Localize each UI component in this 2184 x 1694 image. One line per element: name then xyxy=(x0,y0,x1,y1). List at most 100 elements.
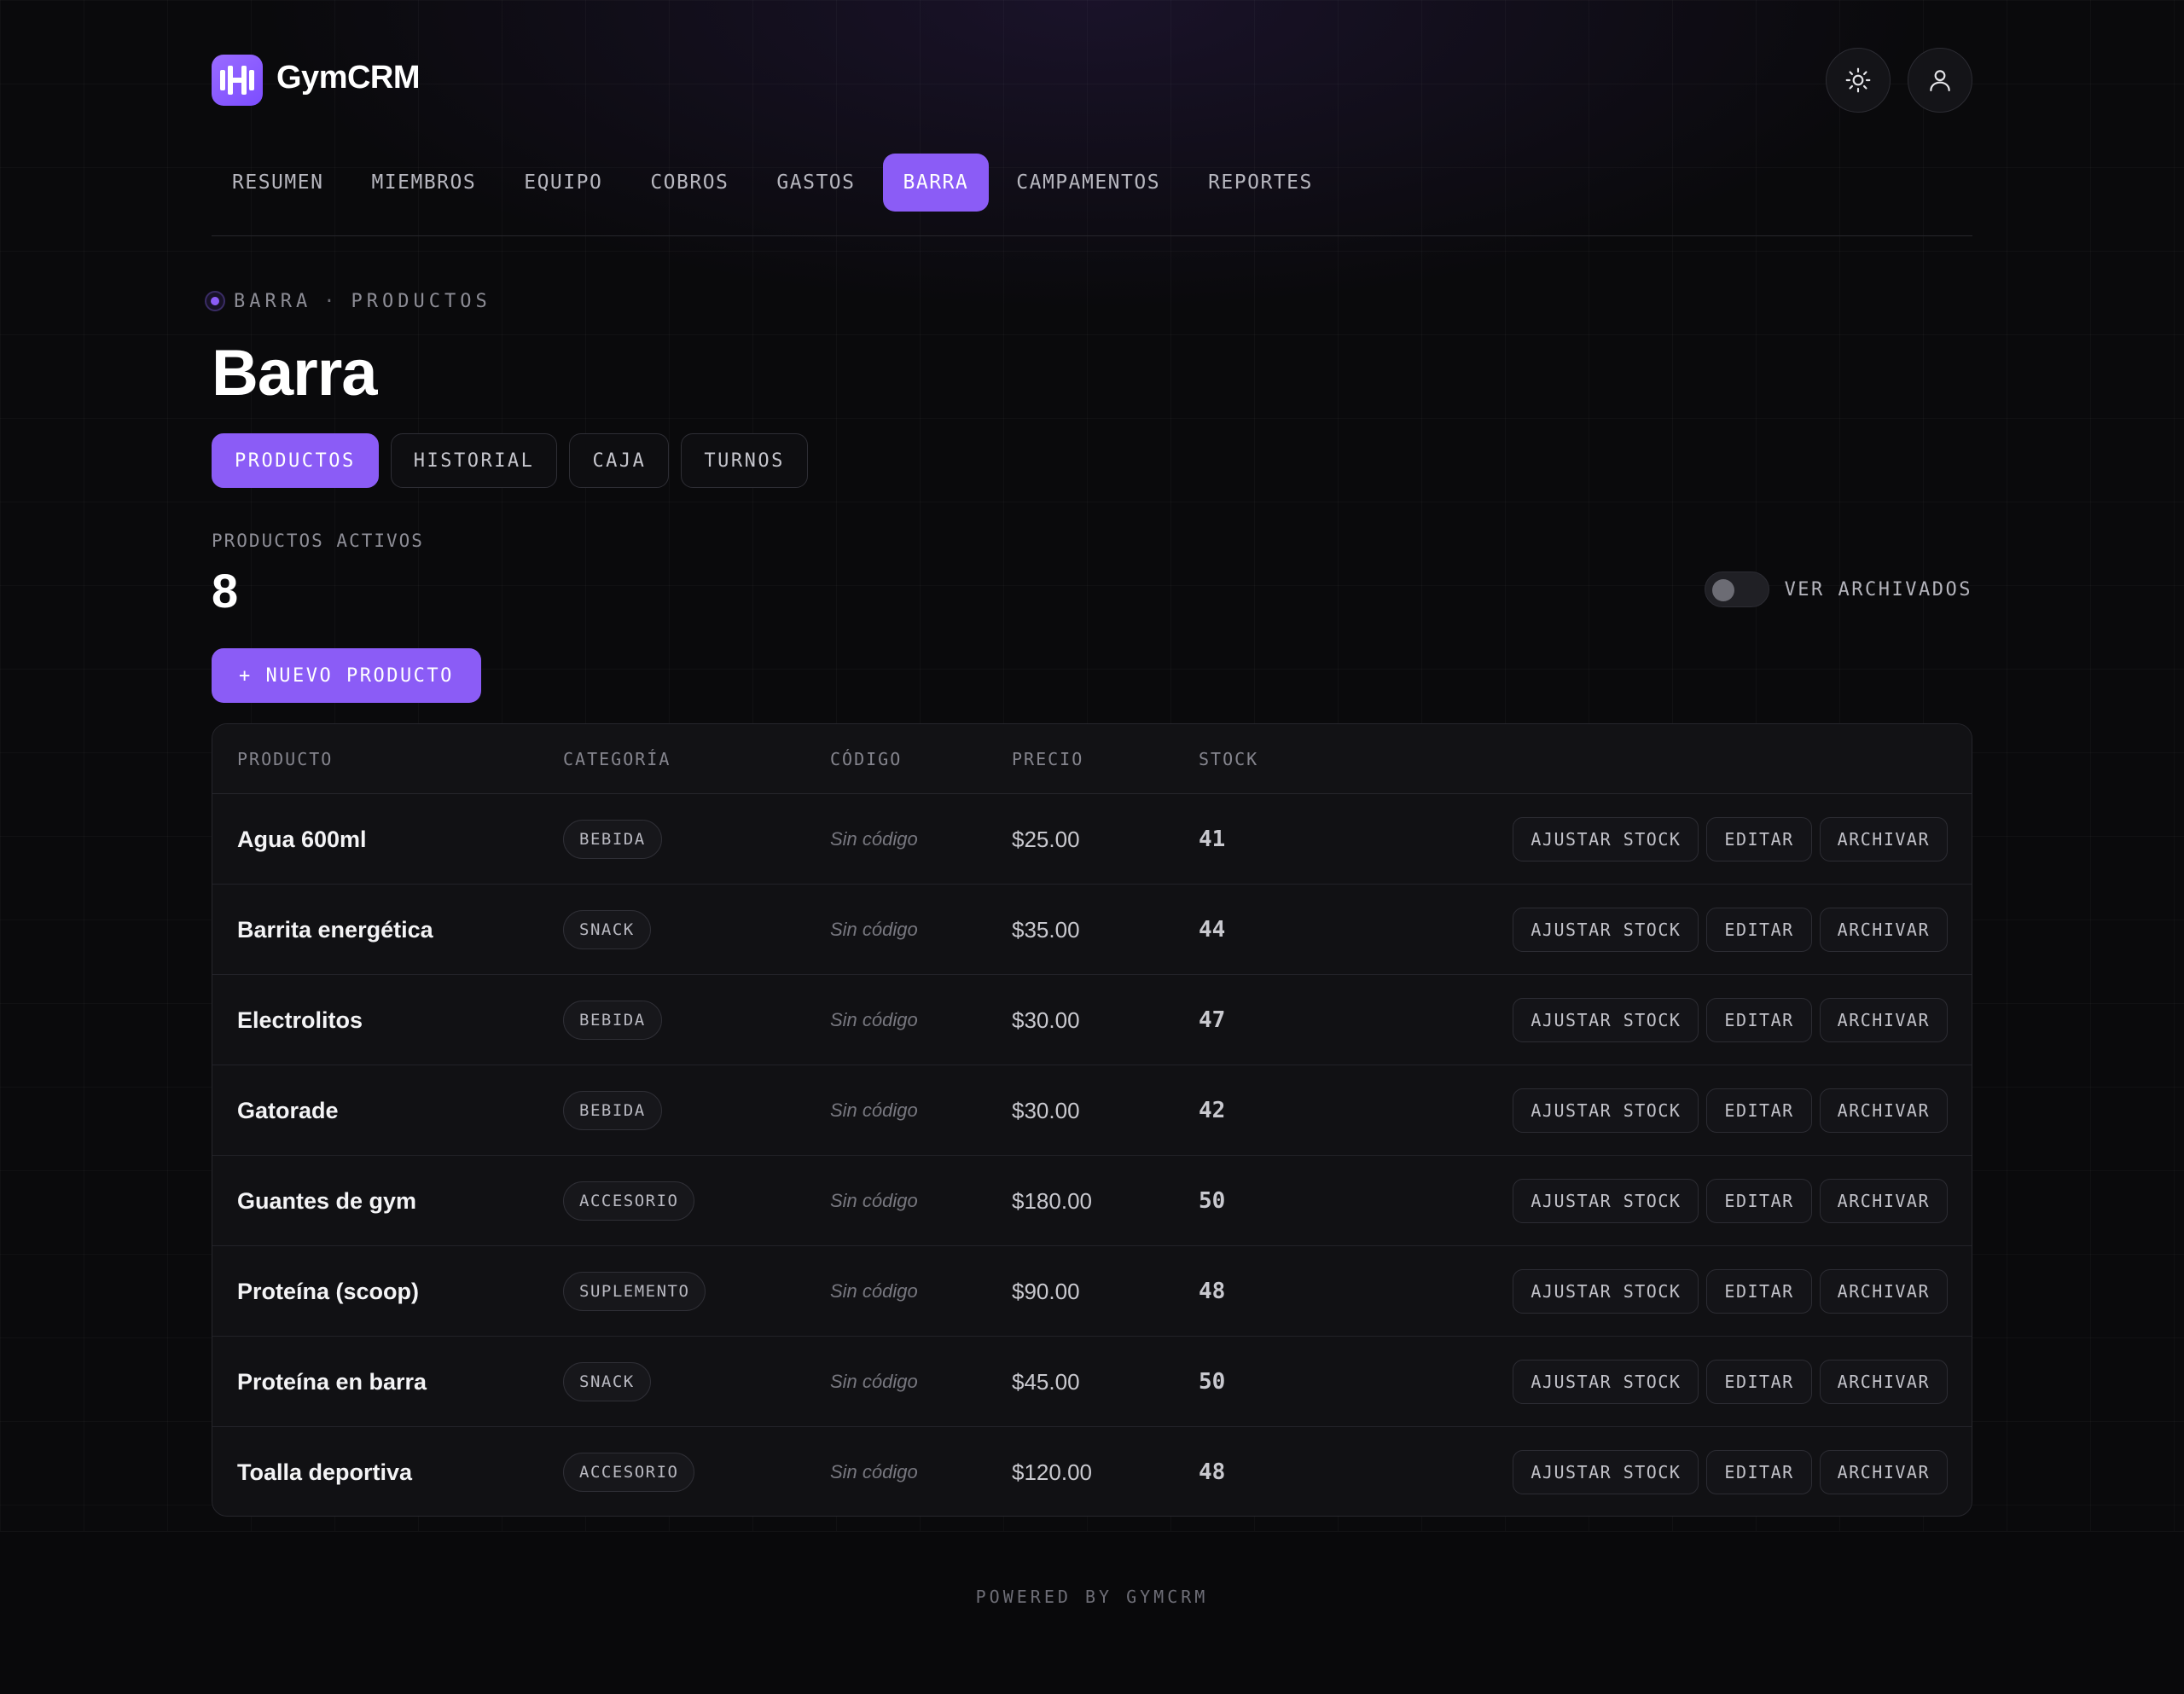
edit-button[interactable]: EDITAR xyxy=(1706,1450,1812,1494)
adjust-stock-button[interactable]: AJUSTAR STOCK xyxy=(1513,998,1699,1042)
nav-item-barra[interactable]: BARRA xyxy=(882,154,990,212)
category-badge: SUPLEMENTO xyxy=(563,1272,706,1311)
column-header-categoria: CATEGORÍA xyxy=(563,749,671,769)
product-code: Sin código xyxy=(830,1099,918,1121)
archived-toggle[interactable] xyxy=(1704,571,1769,607)
product-stock: 42 xyxy=(1199,1098,1226,1123)
archive-button[interactable]: ARCHIVAR xyxy=(1819,1088,1948,1133)
product-name: Gatorade xyxy=(237,1097,339,1123)
archived-toggle-label[interactable]: VER ARCHIVADOS xyxy=(1785,579,1972,600)
archived-toggle-group: VER ARCHIVADOS xyxy=(1704,570,1972,609)
adjust-stock-button[interactable]: AJUSTAR STOCK xyxy=(1513,1088,1699,1133)
subtabs: PRODUCTOS HISTORIAL CAJA TURNOS xyxy=(212,433,808,488)
product-code: Sin código xyxy=(830,1371,918,1392)
category-badge: SNACK xyxy=(563,1362,651,1401)
adjust-stock-button[interactable]: AJUSTAR STOCK xyxy=(1513,817,1699,862)
brand-name[interactable]: GymCRM xyxy=(276,60,421,96)
product-name: Guantes de gym xyxy=(237,1187,417,1214)
archive-button[interactable]: ARCHIVAR xyxy=(1819,1179,1948,1223)
product-name: Agua 600ml xyxy=(237,826,367,852)
tab-historial[interactable]: HISTORIAL xyxy=(390,433,558,488)
nav-item-resumen[interactable]: RESUMEN xyxy=(212,154,344,212)
table-row: Proteína (scoop) SUPLEMENTO Sin código $… xyxy=(212,1246,1972,1337)
adjust-stock-button[interactable]: AJUSTAR STOCK xyxy=(1513,1450,1699,1494)
product-code: Sin código xyxy=(830,1190,918,1211)
active-products-count: 8 xyxy=(212,564,239,618)
archive-button[interactable]: ARCHIVAR xyxy=(1819,1450,1948,1494)
category-badge: ACCESORIO xyxy=(563,1453,695,1492)
product-name: Toalla deportiva xyxy=(237,1459,413,1485)
category-badge: BEBIDA xyxy=(563,1091,662,1130)
archive-button[interactable]: ARCHIVAR xyxy=(1819,817,1948,862)
new-product-button[interactable]: + NUEVO PRODUCTO xyxy=(212,648,481,703)
edit-button[interactable]: EDITAR xyxy=(1706,908,1812,952)
app-header: GymCRM xyxy=(212,48,1972,113)
product-code: Sin código xyxy=(830,1009,918,1030)
product-code: Sin código xyxy=(830,828,918,850)
archive-button[interactable]: ARCHIVAR xyxy=(1819,998,1948,1042)
table-row: Gatorade BEBIDA Sin código $30.00 42 AJU… xyxy=(212,1065,1972,1156)
product-price: $35.00 xyxy=(1012,916,1080,943)
product-stock: 41 xyxy=(1199,827,1226,852)
category-badge: SNACK xyxy=(563,910,651,949)
product-stock: 48 xyxy=(1199,1459,1226,1485)
toggle-knob xyxy=(1711,579,1734,601)
product-code: Sin código xyxy=(830,919,918,940)
product-stock: 47 xyxy=(1199,1007,1226,1033)
footer-text: POWERED BY GYMCRM xyxy=(975,1587,1209,1607)
product-price: $180.00 xyxy=(1012,1187,1092,1214)
nav-item-gastos[interactable]: GASTOS xyxy=(756,154,875,212)
tab-caja[interactable]: CAJA xyxy=(569,433,670,488)
edit-button[interactable]: EDITAR xyxy=(1706,1269,1812,1314)
edit-button[interactable]: EDITAR xyxy=(1706,1179,1812,1223)
edit-button[interactable]: EDITAR xyxy=(1706,998,1812,1042)
product-stock: 48 xyxy=(1199,1279,1226,1304)
profile-button[interactable] xyxy=(1908,48,1972,113)
adjust-stock-button[interactable]: AJUSTAR STOCK xyxy=(1513,908,1699,952)
column-header-codigo: CÓDIGO xyxy=(830,749,903,769)
table-header: PRODUCTO CATEGORÍA CÓDIGO PRECIO STOCK xyxy=(212,724,1972,794)
sun-icon xyxy=(1845,67,1871,93)
product-price: $90.00 xyxy=(1012,1278,1080,1304)
logo[interactable] xyxy=(212,55,263,106)
nav-divider xyxy=(212,235,1972,236)
column-header-precio: PRECIO xyxy=(1012,749,1084,769)
category-badge: BEBIDA xyxy=(563,820,662,859)
product-stock: 50 xyxy=(1199,1369,1226,1395)
archive-button[interactable]: ARCHIVAR xyxy=(1819,1269,1948,1314)
product-name: Proteína en barra xyxy=(237,1368,427,1395)
status-dot-icon xyxy=(205,291,225,311)
edit-button[interactable]: EDITAR xyxy=(1706,817,1812,862)
product-code: Sin código xyxy=(830,1461,918,1482)
adjust-stock-button[interactable]: AJUSTAR STOCK xyxy=(1513,1360,1699,1404)
product-price: $45.00 xyxy=(1012,1368,1080,1395)
table-row: Proteína en barra SNACK Sin código $45.0… xyxy=(212,1337,1972,1427)
product-stock: 50 xyxy=(1199,1188,1226,1214)
adjust-stock-button[interactable]: AJUSTAR STOCK xyxy=(1513,1179,1699,1223)
nav-item-reportes[interactable]: REPORTES xyxy=(1188,154,1333,212)
table-row: Toalla deportiva ACCESORIO Sin código $1… xyxy=(212,1427,1972,1516)
category-badge: BEBIDA xyxy=(563,1001,662,1040)
tab-productos[interactable]: PRODUCTOS xyxy=(212,433,379,488)
adjust-stock-button[interactable]: AJUSTAR STOCK xyxy=(1513,1269,1699,1314)
archive-button[interactable]: ARCHIVAR xyxy=(1819,1360,1948,1404)
edit-button[interactable]: EDITAR xyxy=(1706,1360,1812,1404)
nav-item-miembros[interactable]: MIEMBROS xyxy=(351,154,497,212)
products-table: PRODUCTO CATEGORÍA CÓDIGO PRECIO STOCK A… xyxy=(212,723,1972,1517)
nav-item-campamentos[interactable]: CAMPAMENTOS xyxy=(996,154,1181,212)
table-row: Barrita energética SNACK Sin código $35.… xyxy=(212,885,1972,975)
breadcrumb-section[interactable]: BARRA xyxy=(234,291,311,312)
column-header-stock: STOCK xyxy=(1199,749,1259,769)
archive-button[interactable]: ARCHIVAR xyxy=(1819,908,1948,952)
edit-button[interactable]: EDITAR xyxy=(1706,1088,1812,1133)
footer-band xyxy=(0,1531,2184,1694)
product-name: Barrita energética xyxy=(237,916,433,943)
tab-turnos[interactable]: TURNOS xyxy=(681,433,808,488)
active-products-label: PRODUCTOS ACTIVOS xyxy=(212,531,424,551)
nav-item-equipo[interactable]: EQUIPO xyxy=(503,154,623,212)
theme-toggle-button[interactable] xyxy=(1826,48,1891,113)
category-badge: ACCESORIO xyxy=(563,1181,695,1221)
main-nav: RESUMEN MIEMBROS EQUIPO COBROS GASTOS BA… xyxy=(212,154,1333,212)
product-name: Proteína (scoop) xyxy=(237,1278,420,1304)
nav-item-cobros[interactable]: COBROS xyxy=(630,154,749,212)
